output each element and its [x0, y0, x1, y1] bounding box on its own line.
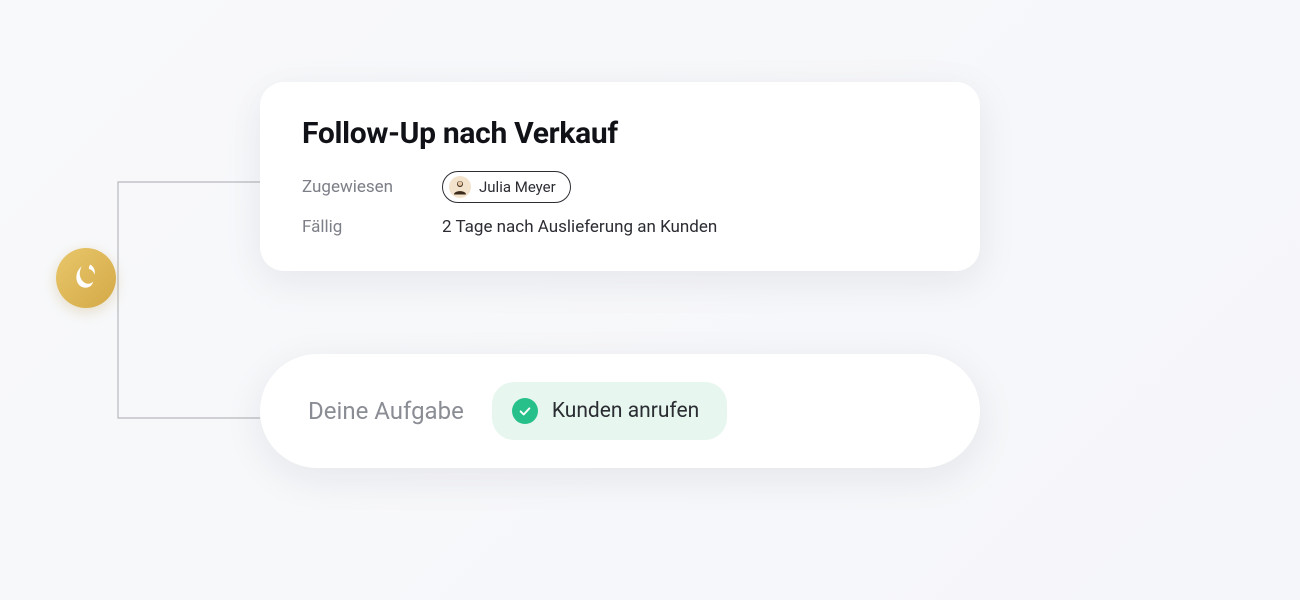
brand-logo-icon [69, 259, 103, 297]
check-circle-icon [512, 398, 538, 424]
task-item-label: Kunden anrufen [552, 399, 699, 423]
assigned-label: Zugewiesen [302, 177, 442, 197]
due-value: 2 Tage nach Auslieferung an Kunden [442, 217, 717, 237]
assignee-avatar [449, 176, 471, 198]
task-item[interactable]: Kunden anrufen [492, 382, 727, 440]
assignee-chip[interactable]: Julia Meyer [442, 171, 571, 203]
due-row: Fällig 2 Tage nach Auslieferung an Kunde… [302, 217, 938, 237]
person-icon [451, 178, 469, 196]
task-heading: Deine Aufgabe [302, 397, 464, 425]
due-label: Fällig [302, 217, 442, 237]
card-title: Follow-Up nach Verkauf [302, 116, 938, 151]
brand-logo-badge [56, 248, 116, 308]
followup-card: Follow-Up nach Verkauf Zugewiesen Julia … [260, 82, 980, 271]
assigned-row: Zugewiesen Julia Meyer [302, 171, 938, 203]
assignee-name: Julia Meyer [479, 178, 556, 196]
task-card: Deine Aufgabe Kunden anrufen [260, 354, 980, 468]
